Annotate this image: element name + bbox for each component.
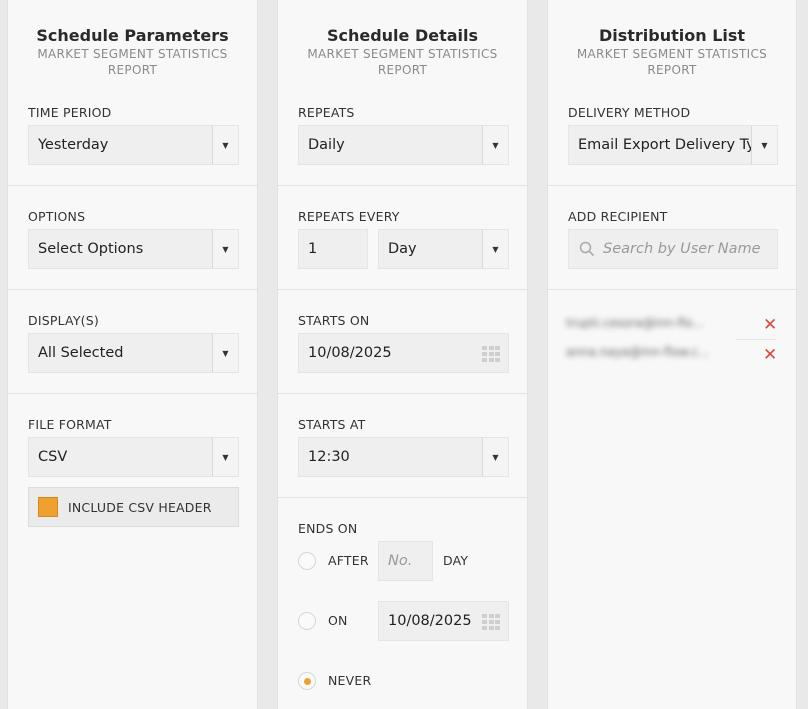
divider xyxy=(8,289,257,290)
ends-on-date-value: 10/08/2025 xyxy=(388,613,472,629)
panel-header: Distribution List MARKET SEGMENT STATIST… xyxy=(548,0,796,82)
options-select[interactable]: Select Options ▼ xyxy=(28,229,239,269)
recipient-email: trupti.cesora@inn-flo... xyxy=(566,316,704,330)
caret-down-icon: ▼ xyxy=(212,438,238,476)
starts-at-select[interactable]: 12:30 ▼ xyxy=(298,437,509,477)
repeats-label: REPEATS xyxy=(298,105,355,120)
add-recipient-label: ADD RECIPIENT xyxy=(568,209,668,224)
calendar-grid-icon[interactable] xyxy=(482,614,500,630)
panel-subtitle: MARKET SEGMENT STATISTICS xyxy=(576,47,768,61)
panel-title: Schedule Parameters xyxy=(36,26,229,45)
divider xyxy=(278,185,527,186)
ends-on-label: ENDS ON xyxy=(298,521,358,536)
options-label: OPTIONS xyxy=(28,209,86,224)
repeats-every-count-input[interactable]: 1 xyxy=(298,229,368,269)
divider xyxy=(278,393,527,394)
panel-title: Schedule Details xyxy=(326,26,479,45)
include-csv-header-checkbox[interactable]: INCLUDE CSV HEADER xyxy=(28,487,239,527)
recipient-search-input[interactable]: Search by User Name xyxy=(568,229,778,269)
panel-header: Schedule Parameters MARKET SEGMENT STATI… xyxy=(8,0,257,82)
options-value: Select Options xyxy=(38,241,144,257)
close-icon[interactable]: ✕ xyxy=(763,347,777,364)
file-format-select[interactable]: CSV ▼ xyxy=(28,437,239,477)
close-icon[interactable]: ✕ xyxy=(763,317,777,334)
displays-label: DISPLAY(S) xyxy=(28,313,99,328)
divider xyxy=(736,339,776,340)
repeats-every-unit-value: Day xyxy=(388,241,417,257)
caret-down-icon: ▼ xyxy=(482,230,508,268)
repeats-every-label: REPEATS EVERY xyxy=(298,209,400,224)
displays-select[interactable]: All Selected ▼ xyxy=(28,333,239,373)
caret-down-icon: ▼ xyxy=(751,126,777,164)
recipient-search-placeholder: Search by User Name xyxy=(603,241,761,257)
recipient-email: anna.naya@inn-flow.c... xyxy=(566,345,710,359)
file-format-label: FILE FORMAT xyxy=(28,417,112,432)
ends-after-label: AFTER xyxy=(328,553,369,568)
panel-title: Distribution List xyxy=(598,26,746,45)
panel-subtitle: REPORT xyxy=(647,63,697,77)
caret-down-icon: ▼ xyxy=(212,126,238,164)
panel-subtitle: MARKET SEGMENT STATISTICS xyxy=(307,47,498,61)
checkbox-box[interactable] xyxy=(38,497,58,517)
panel-subtitle: MARKET SEGMENT STATISTICS xyxy=(37,47,228,61)
ends-on-radio[interactable] xyxy=(298,612,316,630)
divider xyxy=(8,185,257,186)
starts-on-value: 10/08/2025 xyxy=(308,345,392,361)
repeats-value: Daily xyxy=(308,137,345,153)
schedule-parameters-panel: Schedule Parameters MARKET SEGMENT STATI… xyxy=(7,0,258,709)
delivery-method-label: DELIVERY METHOD xyxy=(568,105,691,120)
panel-subtitle: REPORT xyxy=(377,63,428,77)
divider xyxy=(278,497,527,498)
caret-down-icon: ▼ xyxy=(212,334,238,372)
starts-at-label: STARTS AT xyxy=(298,417,366,432)
search-icon xyxy=(579,241,595,257)
ends-after-count-input[interactable]: No. xyxy=(378,541,433,581)
starts-on-date-input[interactable]: 10/08/2025 xyxy=(298,333,509,373)
ends-after-unit-label: DAY xyxy=(443,553,469,568)
time-period-value: Yesterday xyxy=(38,137,109,153)
ends-after-placeholder: No. xyxy=(388,553,413,569)
ends-never-radio[interactable] xyxy=(298,672,316,690)
time-period-label: TIME PERIOD xyxy=(28,105,112,120)
ends-on-date-label: ON xyxy=(328,613,348,628)
caret-down-icon: ▼ xyxy=(482,126,508,164)
schedule-details-panel: Schedule Details MARKET SEGMENT STATISTI… xyxy=(277,0,528,709)
time-period-select[interactable]: Yesterday ▼ xyxy=(28,125,239,165)
divider xyxy=(8,393,257,394)
repeats-select[interactable]: Daily ▼ xyxy=(298,125,509,165)
repeats-every-count-value: 1 xyxy=(308,241,318,257)
panel-header: Schedule Details MARKET SEGMENT STATISTI… xyxy=(278,0,527,82)
ends-after-radio[interactable] xyxy=(298,552,316,570)
displays-value: All Selected xyxy=(38,345,124,361)
caret-down-icon: ▼ xyxy=(482,438,508,476)
divider xyxy=(278,289,527,290)
ends-never-label: NEVER xyxy=(328,673,372,688)
divider xyxy=(548,185,796,186)
starts-at-value: 12:30 xyxy=(308,449,350,465)
divider xyxy=(548,289,796,290)
file-format-value: CSV xyxy=(38,449,68,465)
ends-on-date-input[interactable]: 10/08/2025 xyxy=(378,601,509,641)
caret-down-icon: ▼ xyxy=(212,230,238,268)
repeats-every-unit-select[interactable]: Day ▼ xyxy=(378,229,509,269)
calendar-grid-icon[interactable] xyxy=(482,346,500,362)
starts-on-label: STARTS ON xyxy=(298,313,370,328)
delivery-method-select[interactable]: Email Export Delivery Type ▼ xyxy=(568,125,778,165)
distribution-list-panel: Distribution List MARKET SEGMENT STATIST… xyxy=(547,0,797,709)
panel-subtitle: REPORT xyxy=(107,63,158,77)
include-csv-header-label: INCLUDE CSV HEADER xyxy=(68,499,212,515)
delivery-method-value: Email Export Delivery Type xyxy=(578,137,751,153)
